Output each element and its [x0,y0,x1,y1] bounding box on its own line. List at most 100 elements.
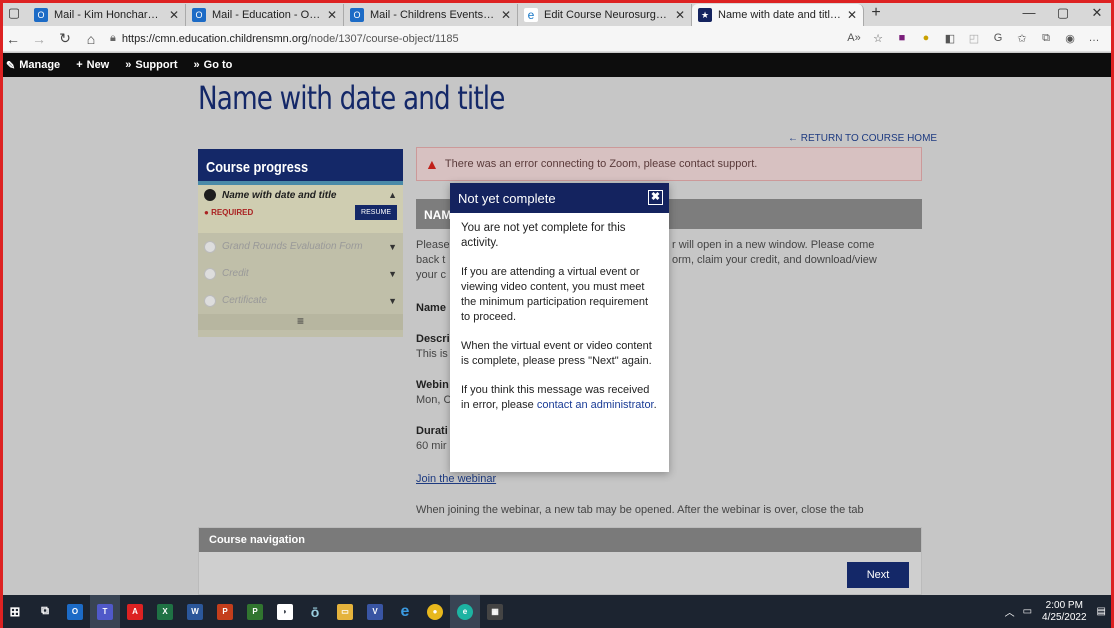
support-menu[interactable]: » Support [125,59,177,71]
restore-icon[interactable]: ▢ [1046,5,1080,21]
description-value: This is [416,348,448,360]
windows-taskbar: ⊞ ⧉ O T A X W P P ◗ ō ▭ V e ● e ▦ ︿ ▭ 2:… [0,595,1114,628]
course-progress-heading-text: Course progress [206,159,309,176]
close-tab-icon[interactable]: ✕ [675,8,685,22]
dialog-body: You are not yet complete for this activi… [450,213,669,435]
progress-step[interactable]: Certificate ▼ [198,287,403,314]
new-tab-icon[interactable]: + [864,4,888,22]
teams-icon[interactable]: T [90,595,120,628]
manage-label: Manage [19,59,61,71]
chrome-icon[interactable]: ● [420,595,450,628]
browser-tab[interactable]: e Edit Course Neurosurgical Interv ✕ [518,4,692,26]
new-menu[interactable]: + New [76,59,109,71]
read-aloud-icon[interactable]: A» [842,32,866,45]
url-host: https://cmn.education.childrensmn.org [121,32,308,45]
tab-actions-icon[interactable]: ▢ [0,0,28,26]
word-icon[interactable]: W [180,595,210,628]
internet-explorer-icon[interactable]: e [390,595,420,628]
page-title: Name with date and title [198,79,505,117]
extension-icon[interactable]: ◰ [962,32,986,45]
acrobat-icon[interactable]: A [120,595,150,628]
dialog-message: If you think this message was received i… [461,383,658,413]
course-navigation-heading: Course navigation [199,528,921,552]
window-controls: — ▢ ✕ [1012,5,1114,21]
notifications-icon[interactable]: ▤ [1097,606,1106,617]
visio-icon[interactable]: V [360,595,390,628]
duration-value: 60 mir [416,440,447,452]
home-icon[interactable]: ⌂ [78,31,104,47]
favorites-icon[interactable]: ✩ [1010,32,1034,45]
extension-icon[interactable]: ■ [890,32,914,45]
chat-icon[interactable]: ◗ [270,595,300,628]
profile-avatar-icon[interactable]: ◉ [1058,32,1082,45]
tab-title: Name with date and title | Childr [718,9,841,21]
extension-icon[interactable]: G [986,32,1010,45]
progress-step[interactable]: Grand Rounds Evaluation Form ▼ [198,233,403,260]
not-complete-dialog: Not yet complete ✖ You are not yet compl… [450,183,669,472]
step-label: Name with date and title [222,189,337,201]
outlook-icon: O [192,8,206,22]
progress-step-current[interactable]: Name with date and title ▲ ● REQUIRED RE… [198,185,403,233]
next-button[interactable]: Next [847,562,909,588]
url-field[interactable]: 🔒︎ https://cmn.education.childrensmn.org… [110,32,842,45]
outlook-icon[interactable]: O [60,595,90,628]
return-to-course-link[interactable]: ← RETURN TO COURSE HOME [788,133,937,144]
resume-button[interactable]: RESUME [355,205,397,220]
goto-menu[interactable]: » Go to [194,59,233,71]
close-tab-icon[interactable]: ✕ [847,8,857,22]
tab-title: Mail - Education - Outlook [212,9,321,21]
browser-tab-active[interactable]: ★ Name with date and title | Childr ✕ [692,4,864,26]
file-explorer-icon[interactable]: ▭ [330,595,360,628]
excel-icon[interactable]: X [150,595,180,628]
double-chevron-icon: » [125,59,132,71]
instructions-line: orm, claim your credit, and download/vie… [672,253,877,268]
url-path: /node/1307/course-object/1185 [307,32,459,45]
calculator-icon[interactable]: ▦ [480,595,510,628]
course-progress-panel: Course progress Name with date and title… [198,149,403,337]
alert-text: There was an error connecting to Zoom, p… [444,158,758,170]
extension-icon[interactable]: ◧ [938,32,962,45]
extension-icon[interactable]: ● [914,32,938,45]
error-alert: ▲ There was an error connecting to Zoom,… [416,147,922,181]
favorite-star-icon[interactable]: ☆ [866,32,890,45]
dialog-message: When the virtual event or video content … [461,340,652,367]
admin-toolbar: ✎ Manage + New » Support » Go to [0,53,1114,77]
webinar-value: Mon, C [416,394,452,406]
forward-icon[interactable]: → [26,31,52,47]
join-webinar-link[interactable]: Join the webinar [416,473,496,485]
progress-step[interactable]: Credit ▼ [198,260,403,287]
hamburger-icon[interactable]: ≡ [198,314,403,330]
close-window-icon[interactable]: ✕ [1080,5,1114,21]
close-tab-icon[interactable]: ✕ [169,8,179,22]
start-icon[interactable]: ⊞ [0,595,30,628]
close-tab-icon[interactable]: ✕ [501,8,511,22]
clock[interactable]: 2:00 PM 4/25/2022 [1042,600,1087,624]
collections-icon[interactable]: ⧉ [1034,32,1058,45]
battery-icon[interactable]: ▭ [1023,606,1032,617]
edge-icon[interactable]: e [450,595,480,628]
manage-menu[interactable]: ✎ Manage [6,59,60,72]
powerpoint-icon[interactable]: P [210,595,240,628]
more-icon[interactable]: … [1082,32,1106,45]
refresh-icon[interactable]: ↻ [52,30,78,47]
minimize-icon[interactable]: — [1012,5,1046,21]
task-view-icon[interactable]: ⧉ [30,595,60,628]
contact-admin-link[interactable]: contact an administrator [537,399,654,411]
browser-tab[interactable]: O Mail - Education - Outlook ✕ [186,4,344,26]
caret-down-icon[interactable]: ▼ [388,269,397,279]
caret-up-icon[interactable]: ▲ [388,190,397,200]
browser-tab[interactable]: O Mail - Childrens Events - Outloo ✕ [344,4,518,26]
back-icon[interactable]: ← [0,31,26,47]
close-tab-icon[interactable]: ✕ [327,8,337,22]
search-icon[interactable]: ō [300,595,330,628]
browser-tab[interactable]: O Mail - Kim Honcharenko - Outlo ✕ [28,4,186,26]
caret-down-icon[interactable]: ▼ [388,296,397,306]
support-label: Support [135,59,178,71]
course-navigation-panel: Course navigation Next [198,527,922,595]
caret-down-icon[interactable]: ▼ [388,242,397,252]
chevron-up-icon[interactable]: ︿ [1005,604,1015,619]
close-icon[interactable]: ✖ [648,190,663,205]
name-label: Name [416,302,446,314]
description-label: Descri [416,333,450,345]
project-icon[interactable]: P [240,595,270,628]
